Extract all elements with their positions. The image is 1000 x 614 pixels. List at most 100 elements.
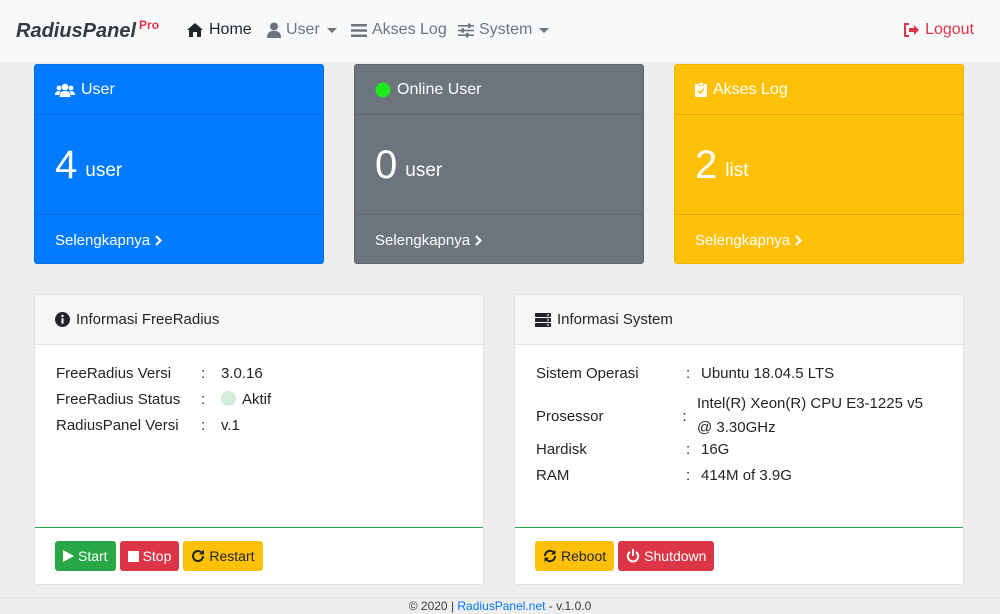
system-info-panel: Informasi System Sistem Operasi : Ubuntu… <box>514 294 964 585</box>
akses-log-card-more-label: Selengkapnya <box>695 231 791 249</box>
info-key: Hardisk <box>536 441 587 458</box>
info-row: RAM : 414M of 3.9G <box>536 467 942 493</box>
brand-pro-badge: Pro <box>139 17 160 32</box>
akses-log-card-more-link[interactable]: Selengkapnya <box>675 215 963 265</box>
akses-log-card-header: Akses Log <box>675 65 963 115</box>
akses-log-count: 2 <box>695 142 718 187</box>
user-card-more-label: Selengkapnya <box>55 231 151 249</box>
stop-icon <box>127 550 139 562</box>
page-footer: © 2020 | RadiusPanel.net - v.1.0.0 <box>0 597 1000 614</box>
chevron-right-icon <box>475 234 483 246</box>
server-icon <box>535 312 551 327</box>
nav-system-label: System <box>479 21 533 38</box>
reboot-button[interactable]: Reboot <box>535 541 615 571</box>
restart-button-label: Restart <box>209 548 255 564</box>
chevron-down-icon <box>326 27 337 33</box>
nav-system-dropdown[interactable]: System <box>458 21 550 39</box>
info-row: Sistem Operasi : Ubuntu 18.04.5 LTS <box>536 365 942 391</box>
system-panel-header: Informasi System <box>515 295 963 345</box>
restart-button[interactable]: Restart <box>183 541 263 571</box>
freeradius-panel-header: Informasi FreeRadius <box>35 295 483 345</box>
nav-home[interactable]: Home <box>186 21 252 39</box>
user-card-more-link[interactable]: Selengkapnya <box>35 215 323 265</box>
info-colon: : <box>201 365 206 382</box>
power-icon <box>626 549 640 563</box>
sliders-icon <box>458 23 474 38</box>
info-value: Intel(R) Xeon(R) CPU E3-1225 v5 @ 3.30GH… <box>697 395 923 436</box>
redo-icon <box>191 549 205 563</box>
online-user-count-unit: user <box>405 159 443 181</box>
freeradius-panel-body: FreeRadius Versi : 3.0.16 FreeRadius Sta… <box>35 345 483 528</box>
navbar: RadiusPanel Pro Home User Akses Log Syste… <box>0 0 1000 62</box>
system-panel-body: Sistem Operasi : Ubuntu 18.04.5 LTS Pros… <box>515 345 963 528</box>
freeradius-panel-actions: Start Stop Restart <box>35 528 483 584</box>
users-icon <box>55 83 75 97</box>
info-key: RadiusPanel Versi <box>56 417 179 434</box>
nav-akses-log-label: Akses Log <box>372 21 447 38</box>
user-count-unit: user <box>85 159 123 181</box>
brand-logo[interactable]: RadiusPanel Pro <box>16 17 160 43</box>
akses-log-card-body: 2 list <box>675 115 963 215</box>
nav-akses-log[interactable]: Akses Log <box>351 21 447 39</box>
user-icon <box>267 22 281 38</box>
info-value: Ubuntu 18.04.5 LTS <box>701 365 835 382</box>
user-count: 4 <box>55 142 78 187</box>
info-key: Sistem Operasi <box>536 365 639 382</box>
footer-site-link[interactable]: RadiusPanel.net <box>457 599 545 613</box>
info-value: 16G <box>701 441 730 458</box>
akses-log-stat-card: Akses Log 2 list Selengkapnya <box>674 64 964 264</box>
info-circle-icon <box>55 312 70 327</box>
info-colon: : <box>686 441 691 458</box>
info-colon: : <box>201 417 206 434</box>
status-dot-icon <box>221 391 236 406</box>
online-status-icon <box>375 82 391 98</box>
akses-log-count-unit: list <box>725 159 749 181</box>
shutdown-button[interactable]: Shutdown <box>618 541 715 571</box>
status-text: Aktif <box>242 391 272 408</box>
info-row: FreeRadius Versi : 3.0.16 <box>56 365 462 391</box>
online-user-count: 0 <box>375 142 398 187</box>
logout-link[interactable]: Logout <box>904 21 974 39</box>
info-key: FreeRadius Versi <box>56 365 172 382</box>
info-value: v.1 <box>221 417 240 434</box>
info-colon: : <box>686 365 691 382</box>
info-colon: : <box>201 391 206 408</box>
home-icon <box>186 22 204 38</box>
freeradius-panel-title: Informasi FreeRadius <box>76 311 220 328</box>
user-card-title: User <box>81 80 115 98</box>
nav-user-label: User <box>286 21 320 38</box>
online-user-stat-card: Online User 0 user Selengkapnya <box>354 64 644 264</box>
list-icon <box>351 23 367 38</box>
online-user-card-header: Online User <box>355 65 643 115</box>
info-colon: : <box>682 407 687 425</box>
user-stat-card: User 4 user Selengkapnya <box>34 64 324 264</box>
chevron-down-icon <box>539 27 550 33</box>
info-row: RadiusPanel Versi : v.1 <box>56 417 462 443</box>
play-icon <box>63 550 74 562</box>
shutdown-button-label: Shutdown <box>644 548 707 564</box>
reboot-button-label: Reboot <box>561 548 607 564</box>
freeradius-info-panel: Informasi FreeRadius FreeRadius Versi : … <box>34 294 484 585</box>
clipboard-check-icon <box>695 82 707 97</box>
info-key: Prosessor <box>536 407 604 425</box>
sync-icon <box>543 549 557 563</box>
online-user-card-more-label: Selengkapnya <box>375 231 471 249</box>
info-row: Hardisk : 16G <box>536 441 942 467</box>
start-button[interactable]: Start <box>55 541 116 571</box>
start-button-label: Start <box>78 548 108 564</box>
info-row: Prosessor : Intel(R) Xeon(R) CPU E3-1225… <box>536 391 942 441</box>
user-card-body: 4 user <box>35 115 323 215</box>
info-colon: : <box>686 467 691 484</box>
stop-button[interactable]: Stop <box>119 541 180 571</box>
chevron-right-icon <box>795 234 803 246</box>
system-panel-title: Informasi System <box>557 311 673 328</box>
online-user-card-more-link[interactable]: Selengkapnya <box>355 215 643 265</box>
online-user-card-title: Online User <box>397 80 482 98</box>
logout-label: Logout <box>925 21 974 38</box>
info-value-status: Aktif <box>221 391 462 417</box>
brand-name: RadiusPanel <box>16 19 137 42</box>
akses-log-card-title: Akses Log <box>713 80 788 98</box>
info-value: 3.0.16 <box>221 365 263 382</box>
info-key: FreeRadius Status <box>56 391 181 408</box>
nav-user-dropdown[interactable]: User <box>267 21 337 39</box>
